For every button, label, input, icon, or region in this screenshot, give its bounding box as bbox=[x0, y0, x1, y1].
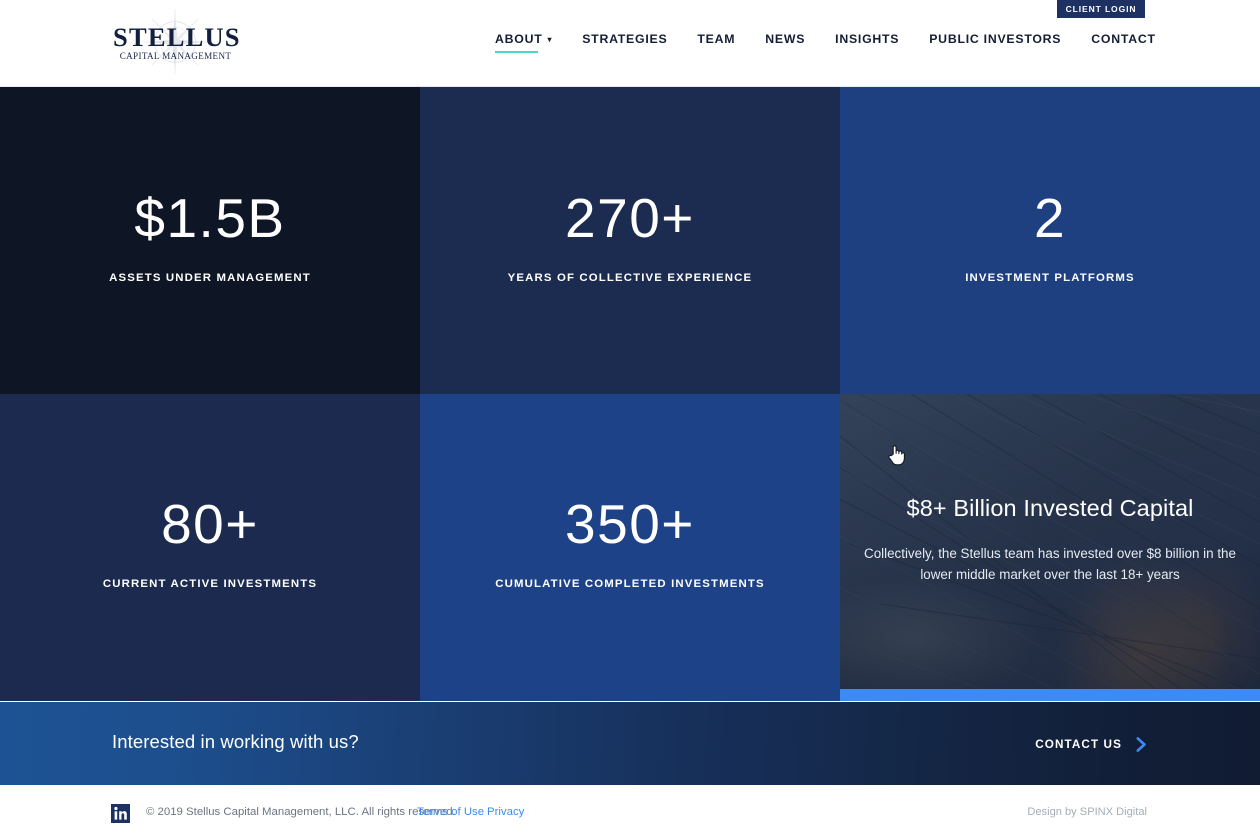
nav-item-public-investors[interactable]: PUBLIC INVESTORS bbox=[929, 33, 1061, 53]
nav-item-strategies[interactable]: STRATEGIES bbox=[582, 33, 667, 53]
stat-value: $1.5B bbox=[134, 187, 286, 249]
stat-tile-investment-platforms[interactable]: 2 INVESTMENT PLATFORMS bbox=[840, 87, 1260, 394]
chevron-down-icon: ▾ bbox=[547, 35, 553, 45]
cta-heading: Interested in working with us? bbox=[112, 731, 359, 752]
nav-item-about[interactable]: ABOUT ▾ bbox=[495, 32, 553, 54]
stat-label: CURRENT ACTIVE INVESTMENTS bbox=[102, 578, 318, 590]
footer-link-privacy[interactable]: Privacy bbox=[487, 806, 524, 818]
stat-value: 350+ bbox=[565, 493, 695, 555]
feature-card-invested-capital[interactable]: $8+ Billion Invested Capital Collectivel… bbox=[840, 394, 1260, 701]
client-login-label: CLIENT LOGIN bbox=[1065, 4, 1137, 14]
feature-card-title: $8+ Billion Invested Capital bbox=[906, 495, 1194, 521]
stat-tile-cumulative-completed-investments[interactable]: 350+ CUMULATIVE COMPLETED INVESTMENTS bbox=[420, 394, 840, 701]
footer-link-terms-of-use[interactable]: Terms of Use bbox=[417, 806, 484, 818]
nav-item-label: ABOUT bbox=[495, 32, 543, 46]
stat-tile-years-of-collective-experience[interactable]: 270+ YEARS OF COLLECTIVE EXPERIENCE bbox=[420, 87, 840, 394]
page-root: CLIENT LOGIN STELLUS CAPITAL MANAGEMENT … bbox=[0, 0, 1260, 840]
logo-wordmark: STELLUS bbox=[113, 22, 241, 52]
nav-item-label: STRATEGIES bbox=[582, 32, 668, 46]
linkedin-icon[interactable] bbox=[111, 804, 130, 823]
feature-card-content: $8+ Billion Invested Capital Collectivel… bbox=[840, 494, 1260, 586]
main-navigation: ABOUT ▾ STRATEGIES TEAM NEWS INSIGHTS PU… bbox=[495, 32, 1156, 54]
feature-card-accent-bar bbox=[840, 689, 1260, 701]
nav-item-label: CONTACT bbox=[1091, 32, 1156, 46]
nav-item-contact[interactable]: CONTACT bbox=[1091, 33, 1155, 53]
nav-item-label: TEAM bbox=[697, 32, 736, 46]
nav-item-label: PUBLIC INVESTORS bbox=[929, 32, 1062, 46]
stat-label: ASSETS UNDER MANAGEMENT bbox=[109, 272, 311, 284]
design-credit: Design by SPINX Digital bbox=[1027, 806, 1147, 818]
stat-tile-current-active-investments[interactable]: 80+ CURRENT ACTIVE INVESTMENTS bbox=[0, 394, 420, 701]
nav-item-label: NEWS bbox=[765, 32, 806, 46]
nav-item-news[interactable]: NEWS bbox=[765, 33, 805, 53]
stats-grid: $1.5B ASSETS UNDER MANAGEMENT 270+ YEARS… bbox=[0, 87, 1260, 702]
contact-us-link[interactable]: CONTACT US bbox=[1035, 737, 1147, 752]
client-login-button[interactable]: CLIENT LOGIN bbox=[1057, 0, 1145, 18]
stat-label: YEARS OF COLLECTIVE EXPERIENCE bbox=[507, 272, 753, 284]
stat-label: CUMULATIVE COMPLETED INVESTMENTS bbox=[495, 578, 765, 590]
contact-us-label: CONTACT US bbox=[1035, 737, 1122, 751]
logo-tagline: CAPITAL MANAGEMENT bbox=[119, 51, 232, 61]
contact-cta-band: Interested in working with us? CONTACT U… bbox=[0, 702, 1260, 785]
site-logo[interactable]: STELLUS CAPITAL MANAGEMENT bbox=[113, 8, 241, 78]
site-header: CLIENT LOGIN STELLUS CAPITAL MANAGEMENT … bbox=[0, 0, 1260, 87]
feature-card-description: Collectively, the Stellus team has inves… bbox=[864, 546, 1236, 583]
stat-value: 2 bbox=[1033, 187, 1067, 249]
stat-tile-assets-under-management[interactable]: $1.5B ASSETS UNDER MANAGEMENT bbox=[0, 87, 420, 394]
nav-item-team[interactable]: TEAM bbox=[697, 33, 735, 53]
copyright-text: © 2019 Stellus Capital Management, LLC. … bbox=[146, 806, 456, 818]
stat-value: 270+ bbox=[565, 187, 695, 249]
stat-value: 80+ bbox=[161, 493, 259, 555]
nav-item-label: INSIGHTS bbox=[835, 32, 900, 46]
pointer-hand-cursor bbox=[888, 445, 905, 466]
site-footer: © 2019 Stellus Capital Management, LLC. … bbox=[0, 785, 1260, 840]
chevron-right-icon bbox=[1136, 737, 1147, 752]
nav-item-insights[interactable]: INSIGHTS bbox=[835, 33, 899, 53]
stat-label: INVESTMENT PLATFORMS bbox=[965, 272, 1135, 284]
